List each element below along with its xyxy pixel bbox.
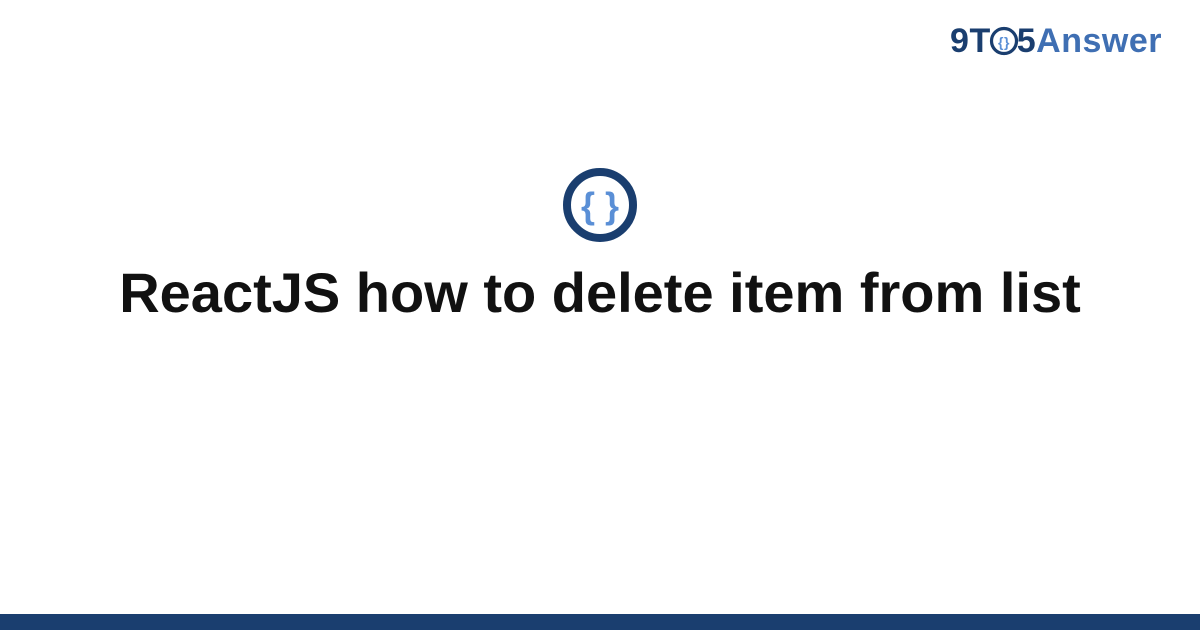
category-braces-icon: { } [560,165,640,250]
svg-text:{}: {} [998,34,1010,50]
site-logo: 9T {} 5Answer [950,22,1162,65]
page-title: ReactJS how to delete item from list [0,260,1200,326]
logo-part-t: T [969,22,990,60]
logo-o-glyph-icon: {} [989,26,1019,65]
logo-part-answer: Answer [1036,22,1162,60]
logo-part-9: 9 [950,22,969,60]
svg-text:{ }: { } [581,185,619,226]
logo-part-5: 5 [1017,22,1036,60]
footer-accent-bar [0,614,1200,630]
